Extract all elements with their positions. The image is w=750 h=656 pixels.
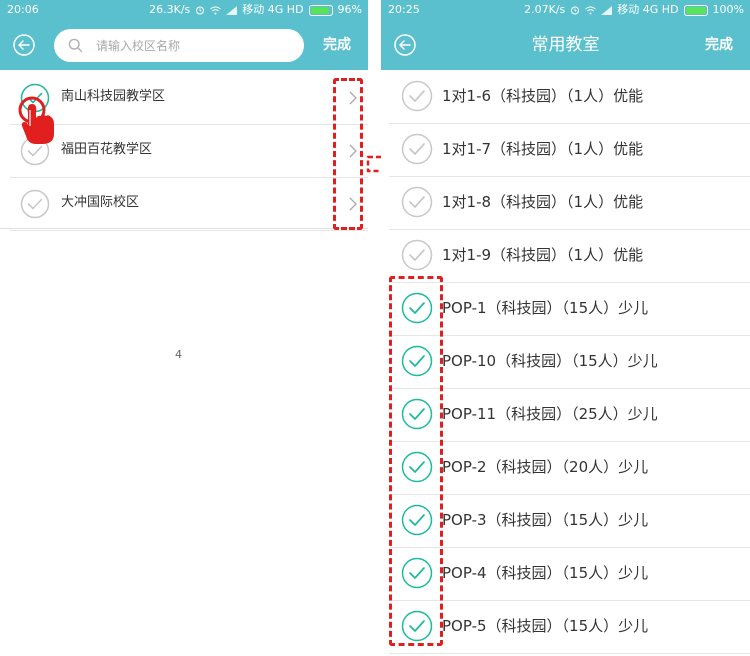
done-button[interactable]: 完成 bbox=[705, 35, 733, 55]
network-speed: 26.3K/s bbox=[149, 3, 191, 16]
page-title: 常用教室 bbox=[531, 35, 600, 55]
battery-level bbox=[685, 6, 706, 14]
list-item[interactable]: POP-10（科技园）（15人）少儿 bbox=[389, 336, 750, 389]
status-info: 26.3K/s 移动 4G HD 96% bbox=[149, 0, 362, 20]
carrier-label: 移动 4G HD bbox=[242, 3, 304, 16]
alarm-icon bbox=[196, 6, 205, 15]
campus-select-screen: 20:06 26.3K/s 移动 4G HD 96% 完成 南山科技园教学区 福… bbox=[0, 0, 368, 656]
annotation-box bbox=[389, 276, 443, 646]
annotation-box bbox=[333, 78, 363, 230]
alarm-icon bbox=[571, 6, 580, 15]
signal-icon bbox=[226, 5, 238, 15]
campus-label: 南山科技园教学区 bbox=[61, 89, 166, 104]
campus-label: 福田百花教学区 bbox=[61, 142, 153, 157]
classroom-label: POP-3（科技园）（15人）少儿 bbox=[442, 511, 649, 529]
list-item[interactable]: POP-2（科技园）（20人）少儿 bbox=[389, 442, 750, 495]
header: 常用教室 完成 bbox=[381, 20, 750, 70]
network-speed: 2.07K/s bbox=[524, 3, 566, 16]
check-circle-icon[interactable] bbox=[401, 239, 433, 271]
battery-percent: 100% bbox=[712, 3, 744, 16]
battery-icon bbox=[683, 4, 708, 16]
classroom-label: POP-10（科技园）（15人）少儿 bbox=[442, 352, 658, 370]
search-input[interactable] bbox=[94, 34, 298, 58]
list-item[interactable]: 1对1-6（科技园）（1人）优能 bbox=[389, 71, 750, 124]
classroom-label: POP-4（科技园）（15人）少儿 bbox=[442, 564, 649, 582]
list-item[interactable]: 1对1-7（科技园）（1人）优能 bbox=[389, 124, 750, 177]
status-time: 20:06 bbox=[7, 3, 39, 16]
wifi-icon bbox=[210, 6, 222, 14]
carrier-label: 移动 4G HD bbox=[617, 3, 679, 16]
list-item[interactable]: POP-1（科技园）（15人）少儿 bbox=[389, 283, 750, 336]
search-icon bbox=[68, 38, 83, 53]
check-circle-icon[interactable] bbox=[401, 80, 433, 112]
wifi-icon bbox=[585, 6, 597, 14]
campus-label: 大冲国际校区 bbox=[61, 195, 140, 210]
classroom-label: 1对1-7（科技园）（1人）优能 bbox=[442, 140, 644, 158]
list-item[interactable]: POP-11（科技园）（25人）少儿 bbox=[389, 389, 750, 442]
list-item[interactable]: 1对1-9（科技园）（1人）优能 bbox=[389, 230, 750, 283]
classroom-label: POP-5（科技园）（15人）少儿 bbox=[442, 617, 649, 635]
classroom-label: POP-1（科技园）（15人）少儿 bbox=[442, 299, 649, 317]
hand-pointer-icon bbox=[18, 96, 54, 144]
classroom-label: 1对1-6（科技园）（1人）优能 bbox=[442, 87, 644, 105]
battery-icon bbox=[308, 4, 333, 16]
status-bar: 20:06 26.3K/s 移动 4G HD 96% bbox=[0, 0, 368, 20]
status-bar: 20:25 2.07K/s 移动 4G HD 100% bbox=[381, 0, 750, 20]
list-item[interactable]: 1对1-8（科技园）（1人）优能 bbox=[389, 177, 750, 230]
page-number: 4 bbox=[175, 348, 182, 361]
check-circle-icon[interactable] bbox=[401, 186, 433, 218]
check-circle-icon[interactable] bbox=[20, 189, 50, 219]
check-circle-icon[interactable] bbox=[401, 133, 433, 165]
classroom-select-screen: 20:25 2.07K/s 移动 4G HD 100% 常用教室 完成 1对1-… bbox=[381, 0, 750, 656]
classroom-label: POP-2（科技园）（20人）少儿 bbox=[442, 458, 649, 476]
list-item[interactable]: POP-5（科技园）（15人）少儿 bbox=[389, 601, 750, 654]
list-item[interactable]: 福田百花教学区 bbox=[10, 125, 368, 178]
classroom-label: POP-11（科技园）（25人）少儿 bbox=[442, 405, 658, 423]
search-box[interactable] bbox=[54, 29, 304, 62]
classroom-label: 1对1-8（科技园）（1人）优能 bbox=[442, 193, 644, 211]
divider bbox=[0, 228, 368, 229]
status-info: 2.07K/s 移动 4G HD 100% bbox=[524, 0, 744, 20]
list-item[interactable]: 南山科技园教学区 bbox=[10, 72, 368, 125]
list-item[interactable]: 大冲国际校区 bbox=[10, 178, 368, 231]
battery-level bbox=[310, 6, 329, 14]
signal-icon bbox=[601, 5, 613, 15]
list-item[interactable]: POP-3（科技园）（15人）少儿 bbox=[389, 495, 750, 548]
list-item[interactable]: POP-4（科技园）（15人）少儿 bbox=[389, 548, 750, 601]
classroom-label: 1对1-9（科技园）（1人）优能 bbox=[442, 246, 644, 264]
battery-percent: 96% bbox=[337, 3, 362, 16]
status-time: 20:25 bbox=[388, 3, 420, 16]
done-button[interactable]: 完成 bbox=[323, 35, 351, 55]
header: 完成 bbox=[0, 20, 368, 70]
back-arrow-icon[interactable] bbox=[13, 34, 35, 56]
